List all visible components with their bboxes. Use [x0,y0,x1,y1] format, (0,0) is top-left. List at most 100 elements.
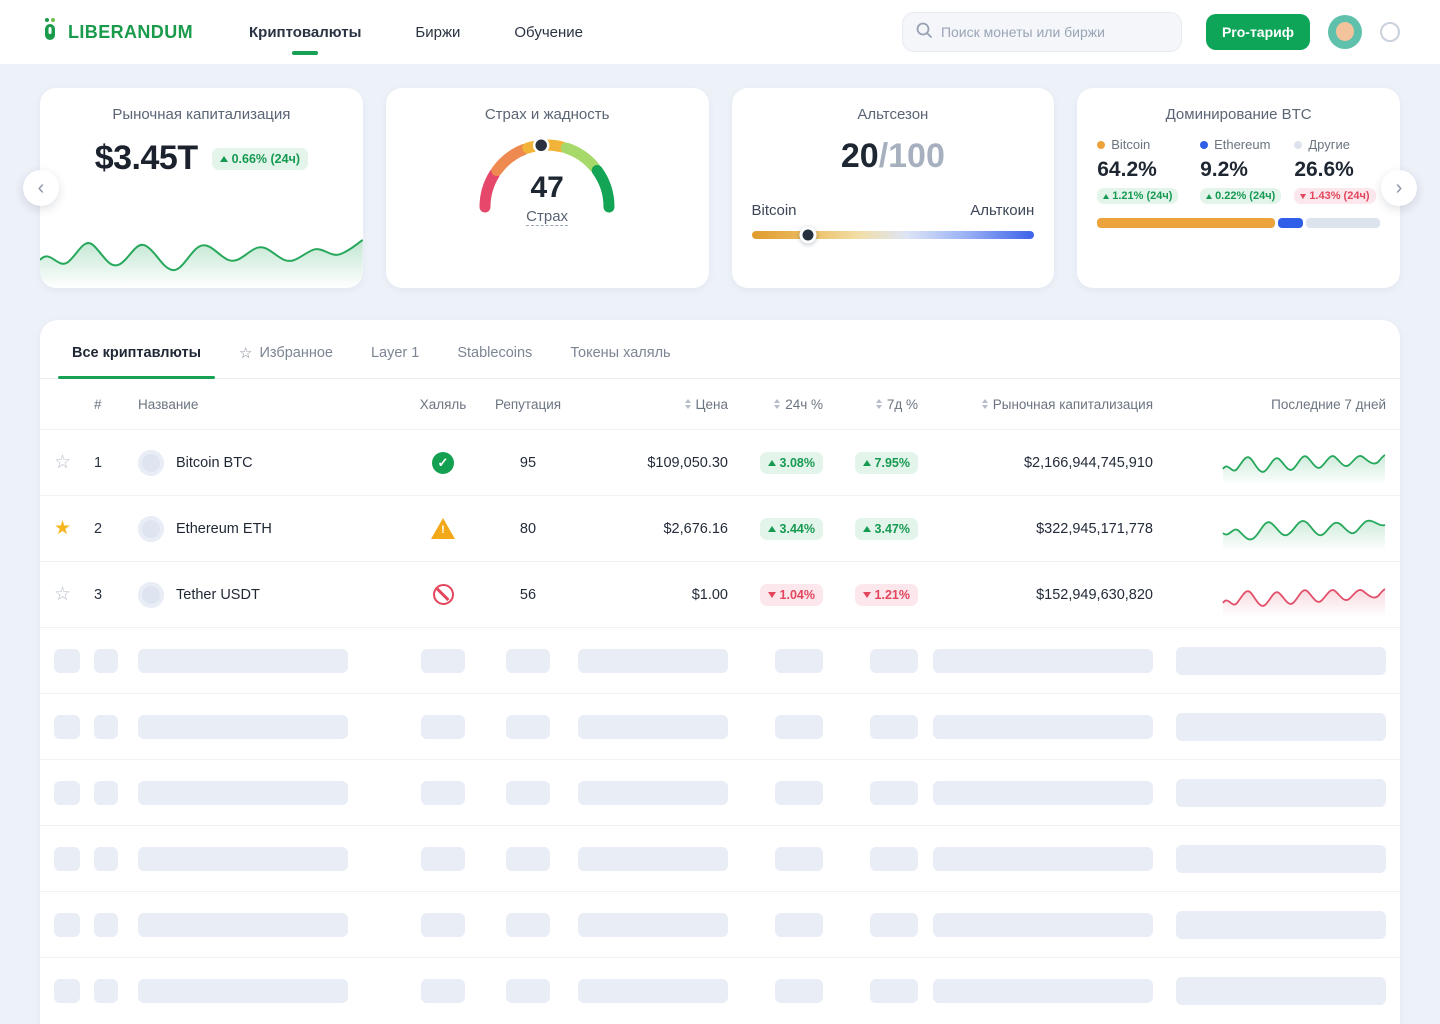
down-arrow-icon [1300,194,1306,199]
ethereum-dominance-value: 9.2% [1200,158,1294,182]
gauge-knob[interactable] [534,138,548,152]
sort-icon [774,399,780,409]
favorite-star-icon[interactable]: ☆ [54,451,94,474]
table-row-bitcoin[interactable]: ☆ 1 Bitcoin BTC ✓ 95 $109,050.30 3.08% 7… [40,429,1400,495]
nav-item-exchanges[interactable]: Биржи [415,18,460,47]
tab-favorites[interactable]: ☆Избранное [225,330,347,378]
coin-name: Ethereum ETH [176,521,272,537]
bitcoin-bar-segment [1097,218,1275,228]
logo-text: LIBERANDUM [68,22,193,43]
market-cap-change-badge: 0.66% (24ч) [212,148,308,170]
coin-icon [138,450,164,476]
coin-name-cell[interactable]: Ethereum ETH [138,516,408,542]
altseason-knob[interactable] [800,227,817,244]
market-cap-value: $152,949,630,820 [918,587,1153,603]
altseason-right-label: Альткоин [970,202,1034,219]
crypto-table-card: Все криптавлюты ☆Избранное Layer 1 Stabl… [40,320,1400,1024]
coin-icon [138,516,164,542]
coin-icon [138,582,164,608]
down-arrow-icon [863,592,871,598]
up-arrow-icon [1206,194,1212,199]
altseason-left-label: Bitcoin [752,202,797,219]
up-arrow-icon [220,156,228,162]
up-arrow-icon [863,526,871,532]
up-arrow-icon [863,460,871,466]
up-arrow-icon [1103,194,1109,199]
others-dot-icon [1294,141,1302,149]
coin-name-cell[interactable]: Tether USDT [138,582,408,608]
up-arrow-icon [768,460,776,466]
header-change-24h[interactable]: 24ч % [728,397,823,412]
coin-name-cell[interactable]: Bitcoin BTC [138,450,408,476]
change-7d-badge: 1.21% [855,584,918,606]
header-name: Название [138,397,408,412]
top-navigation-bar: LIBERANDUM Криптовалюты Биржи Обучение P… [0,0,1440,64]
chevron-left-icon: ‹ [38,177,45,199]
market-cap-sparkline [40,210,363,288]
logo-icon [40,17,60,48]
circle-indicator-icon[interactable] [1380,22,1400,42]
header-market-cap[interactable]: Рыночная капитализация [918,397,1153,412]
coin-name: Bitcoin BTC [176,455,253,471]
ethereum-bar-segment [1278,218,1303,228]
sort-icon [982,399,988,409]
rank: 2 [94,521,138,537]
fear-greed-state-label[interactable]: Страх [526,208,568,226]
price-value: $109,050.30 [578,455,728,471]
tab-all-cryptos[interactable]: Все криптавлюты [58,330,215,378]
tab-halal-tokens[interactable]: Токены халяль [556,330,684,378]
reputation-value: 95 [478,455,578,471]
pro-plan-button[interactable]: Pro-тариф [1206,14,1310,50]
legend-item-bitcoin: Bitcoin [1097,137,1200,152]
table-tabs: Все криптавлюты ☆Избранное Layer 1 Stabl… [40,320,1400,379]
header-reputation: Репутация [478,397,578,412]
others-dominance-value: 26.6% [1294,158,1380,182]
btc-dominance-title: Доминирование BTC [1097,106,1380,123]
favorite-star-icon[interactable]: ★ [54,517,94,540]
change-24h-badge: 1.04% [760,584,823,606]
carousel-prev-button[interactable]: ‹ [23,170,59,206]
nav-item-cryptocurrencies[interactable]: Криптовалюты [249,18,361,47]
row-sparkline [1153,441,1386,485]
tab-stablecoins[interactable]: Stablecoins [443,330,546,378]
altseason-card: Альтсезон 20/100 Bitcoin Альткоин [732,88,1055,288]
row-sparkline [1153,507,1386,551]
bitcoin-change-badge: 1.21% (24ч) [1097,188,1178,204]
header-change-7d[interactable]: 7д % [823,397,918,412]
halal-allowed-icon: ✓ [432,452,454,474]
header-halal: Халяль [408,397,478,412]
loading-row [40,627,1400,693]
table-row-tether[interactable]: ☆ 3 Tether USDT 56 $1.00 1.04% 1.21% $15… [40,561,1400,627]
bitcoin-dominance-value: 64.2% [1097,158,1200,182]
fear-greed-value: 47 [530,171,563,205]
search-input[interactable] [941,24,1169,40]
favorite-star-icon[interactable]: ☆ [54,583,94,606]
carousel-next-button[interactable]: › [1381,170,1417,206]
altseason-max: /100 [879,137,945,175]
fear-greed-title: Страх и жадность [406,106,689,123]
nav-item-education[interactable]: Обучение [514,18,583,47]
tab-layer1[interactable]: Layer 1 [357,330,433,378]
market-cap-card: Рыночная капитализация $3.45T 0.66% (24ч… [40,88,363,288]
market-cap-value: $3.45T [95,139,198,178]
search-box[interactable] [902,12,1182,52]
rank: 1 [94,455,138,471]
avatar[interactable] [1328,15,1362,49]
btc-dominance-card: Доминирование BTC Bitcoin Ethereum Други… [1077,88,1400,288]
main-nav: Криптовалюты Биржи Обучение [249,18,583,47]
sort-icon [685,399,691,409]
altseason-value: 20 [841,137,879,175]
ethereum-change-badge: 0.22% (24ч) [1200,188,1281,204]
reputation-value: 80 [478,521,578,537]
others-change-badge: 1.43% (24ч) [1294,188,1375,204]
table-row-ethereum[interactable]: ★ 2 Ethereum ETH ! 80 $2,676.16 3.44% 3.… [40,495,1400,561]
search-icon [915,21,933,44]
header-price[interactable]: Цена [578,397,728,412]
loading-row [40,825,1400,891]
logo[interactable]: LIBERANDUM [40,17,193,48]
altseason-title: Альтсезон [752,106,1035,123]
loading-row [40,957,1400,1023]
market-cap-value: $322,945,171,778 [918,521,1153,537]
reputation-value: 56 [478,587,578,603]
dominance-stacked-bar [1097,218,1380,228]
